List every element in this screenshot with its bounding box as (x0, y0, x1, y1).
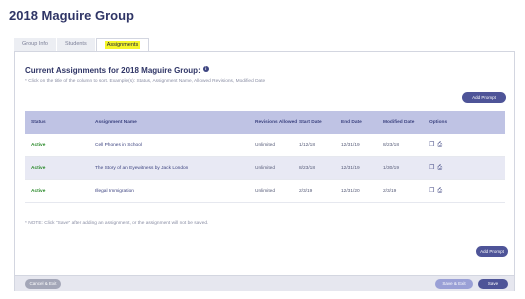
tab-group-info[interactable]: Group Info (14, 38, 56, 51)
start-date-value: 2/3/19 (299, 188, 313, 194)
header-start-date[interactable]: Start Date (299, 120, 341, 125)
assignments-table: Status Assignment Name Revisions Allowed… (25, 111, 505, 203)
header-revisions-allowed[interactable]: Revisions Allowed (255, 120, 299, 125)
header-assignment-name[interactable]: Assignment Name (95, 120, 255, 125)
row-options: ❐ ⎙ (429, 141, 469, 149)
section-heading-text: Current Assignments for 2018 Maguire Gro… (25, 66, 201, 75)
modified-date-value: 8/23/18 (383, 142, 400, 148)
revisions-value: Unlimited (255, 142, 275, 148)
modified-date-value: 1/30/19 (383, 165, 400, 171)
cancel-exit-button[interactable]: Cancel & Exit (25, 279, 61, 289)
add-prompt-button-bottom[interactable]: Add Prompt (476, 246, 508, 257)
table-header: Status Assignment Name Revisions Allowed… (25, 111, 505, 134)
row-options: ❐ ⎙ (429, 164, 469, 172)
table-row: Active The Story of an Eyewitness by Jac… (25, 157, 505, 180)
copy-icon[interactable]: ❐ (429, 164, 434, 171)
header-end-date[interactable]: End Date (341, 120, 383, 125)
assignment-name-link[interactable]: Cell Phones in School (95, 143, 255, 148)
info-icon[interactable]: i (202, 66, 209, 72)
add-prompt-button-top[interactable]: Add Prompt (462, 92, 506, 103)
end-date-value: 12/31/20 (341, 188, 360, 194)
section-heading: Current Assignments for 2018 Maguire Gro… (25, 66, 209, 75)
header-status[interactable]: Status (25, 120, 95, 125)
print-icon[interactable]: ⎙ (437, 165, 442, 172)
sort-hint: * Click on the title of the column to so… (25, 79, 266, 84)
tab-assignments-label: Assignments (104, 41, 141, 49)
end-date-value: 12/31/19 (341, 142, 360, 148)
revisions-value: Unlimited (255, 188, 275, 194)
status-badge: Active (31, 188, 46, 194)
header-options: Options (429, 120, 448, 125)
print-icon[interactable]: ⎙ (437, 142, 442, 149)
status-badge: Active (31, 142, 46, 148)
table-row: Active Illegal Immigration Unlimited 2/3… (25, 180, 505, 203)
table-row: Active Cell Phones in School Unlimited 1… (25, 134, 505, 157)
row-options: ❐ ⎙ (429, 187, 469, 195)
header-modified-date[interactable]: Modified Date (383, 120, 429, 125)
start-date-value: 1/12/18 (299, 142, 316, 148)
page-title: 2018 Maguire Group (9, 8, 134, 23)
assignments-panel: Current Assignments for 2018 Maguire Gro… (14, 51, 515, 291)
revisions-value: Unlimited (255, 165, 275, 171)
copy-icon[interactable]: ❐ (429, 187, 434, 194)
tab-bar: Group Info Students Assignments (14, 38, 150, 51)
start-date-value: 8/23/18 (299, 165, 316, 171)
tab-assignments[interactable]: Assignments (95, 38, 150, 51)
copy-icon[interactable]: ❐ (429, 141, 434, 148)
assignment-name-link[interactable]: Illegal Immigration (95, 189, 255, 194)
assignment-name-link[interactable]: The Story of an Eyewitness by Jack Londo… (95, 166, 255, 171)
print-icon[interactable]: ⎙ (437, 188, 442, 195)
end-date-value: 12/31/19 (341, 165, 360, 171)
modified-date-value: 2/3/19 (383, 188, 397, 194)
save-button[interactable]: Save (478, 279, 508, 289)
tab-students[interactable]: Students (57, 38, 95, 51)
footer-bar: Cancel & Exit Save & Exit Save (15, 275, 514, 291)
save-note: * NOTE: Click "Save" after adding an ass… (25, 221, 209, 226)
save-exit-button[interactable]: Save & Exit (435, 279, 473, 289)
status-badge: Active (31, 165, 46, 171)
